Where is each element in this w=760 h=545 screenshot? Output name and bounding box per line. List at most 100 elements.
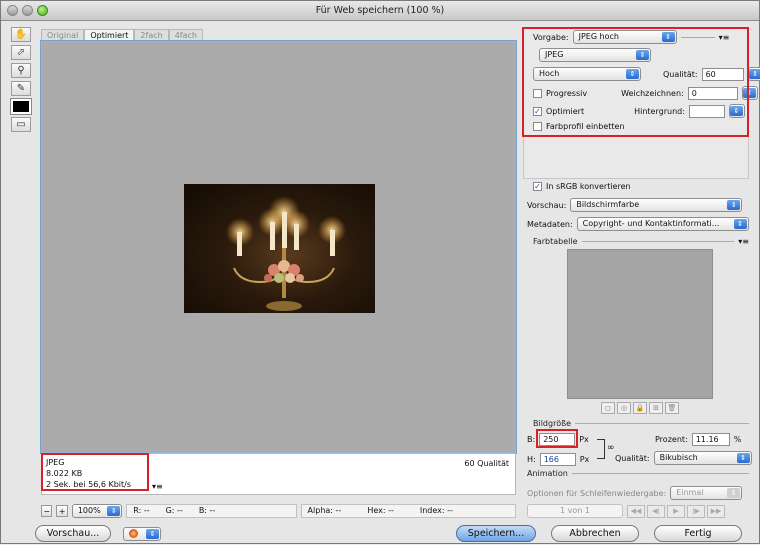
new-color-icon[interactable]: ⊞ [649, 402, 663, 414]
link-icon[interactable]: ∞ [607, 443, 615, 453]
zoom-in-button[interactable]: + [56, 505, 68, 517]
preset-label: Vorgabe: [533, 32, 569, 42]
animation-nav: ◀◀ ◀| ▶ |▶ ▶▶ [627, 504, 725, 518]
bottom-bar: Vorschau... ⇕ Speichern... Abbrechen Fer… [1, 523, 759, 545]
status-bar: − + 100% ⇕ R: -- G: -- B: -- Alpha: -- H… [41, 503, 517, 519]
loop-row: Optionen für Schleifenwiedergabe: Einmal… [527, 486, 743, 500]
chevron-updown-icon: ⇕ [727, 200, 741, 210]
height-row: H: 166 Px [527, 453, 589, 466]
minimize-button[interactable] [22, 5, 33, 16]
play-icon[interactable]: ▶ [667, 504, 685, 518]
colortable-menu-icon[interactable]: ▾≡ [738, 237, 749, 246]
slice-select-tool-icon[interactable]: ⬀ [11, 45, 31, 60]
info-quality: 60 Qualität [464, 459, 509, 468]
width-field[interactable]: 250 [539, 433, 576, 446]
tab-2up[interactable]: 2fach [134, 29, 169, 41]
zoom-level-select[interactable]: 100% ⇕ [71, 504, 123, 518]
chevron-updown-icon: ⇕ [736, 453, 750, 463]
chevron-updown-icon: ⇕ [107, 506, 121, 516]
srgb-row: ✓ In sRGB konvertieren [533, 182, 631, 191]
colortable-header: Farbtabelle ▾≡ [533, 237, 749, 246]
optimized-row: ✓ Optimiert Hintergrund: ⇕ [533, 104, 745, 118]
animation-title: Animation [527, 469, 568, 478]
chevron-updown-icon: ⇕ [661, 32, 675, 42]
chevron-updown-icon: ⇕ [733, 219, 747, 229]
progressive-checkbox[interactable] [533, 88, 542, 98]
resample-row: Qualität: Bikubisch ⇕ [615, 451, 752, 465]
optimized-checkbox[interactable]: ✓ [533, 106, 542, 116]
colortable-title: Farbtabelle [533, 237, 578, 246]
quality-field[interactable]: 60 [701, 67, 744, 81]
quality-stepper[interactable]: ⇕ [747, 67, 760, 81]
format-value: JPEG [545, 50, 564, 59]
lock-color-icon[interactable]: 🔒 [633, 402, 647, 414]
browser-select[interactable]: ⇕ [123, 527, 161, 541]
close-button[interactable] [7, 5, 18, 16]
map-color-icon[interactable]: ◻ [601, 402, 615, 414]
window-title: Für Web speichern (100 %) [315, 5, 445, 16]
tab-original[interactable]: Original [41, 29, 85, 41]
window-controls [7, 5, 48, 16]
blur-value: 0 [691, 88, 697, 98]
zoom-tool-icon[interactable]: ⚲ [11, 63, 31, 78]
image-preview-area[interactable] [40, 40, 517, 454]
percent-field[interactable]: 11.16 [691, 433, 730, 446]
srgb-checkbox[interactable]: ✓ [533, 182, 542, 191]
preview-mode-select[interactable]: Bildschirmfarbe ⇕ [570, 198, 743, 212]
percent-value: 11.16 [695, 435, 719, 444]
constrain-bracket [597, 439, 605, 459]
percent-label: Prozent: [655, 435, 688, 444]
toggle-slices-icon[interactable]: ▭ [11, 117, 31, 132]
format-select[interactable]: JPEG ⇕ [539, 48, 651, 62]
hand-tool-icon[interactable]: ✋ [11, 27, 31, 42]
last-frame-icon[interactable]: ▶▶ [707, 504, 725, 518]
preview-button[interactable]: Vorschau... [35, 525, 111, 542]
eyedropper-color-swatch[interactable] [10, 98, 32, 115]
metadata-select[interactable]: Copyright- und Kontaktinformati... ⇕ [576, 217, 749, 231]
trash-icon[interactable]: 🗑 [665, 402, 679, 414]
embed-profile-checkbox[interactable] [533, 122, 542, 131]
quality-row: Hoch ⇕ Qualität: 60 ⇕ [533, 67, 760, 81]
imagesize-header: Bildgröße [533, 419, 749, 428]
prev-frame-icon[interactable]: ◀| [647, 504, 665, 518]
info-menu-icon[interactable]: ▾≡ [152, 482, 163, 491]
loop-select[interactable]: Einmal ⇕ [670, 486, 743, 500]
blur-field[interactable]: 0 [687, 86, 738, 100]
height-field[interactable]: 166 [539, 453, 576, 466]
blur-stepper[interactable]: ⇕ [741, 86, 758, 100]
settings-menu-icon[interactable]: ▾≡ [719, 33, 730, 42]
tab-optimized[interactable]: Optimiert [84, 29, 135, 41]
info-left: JPEG 8.022 KB 2 Sek. bei 56,6 Kbit/s [46, 457, 131, 490]
quality-level-value: Hoch [539, 69, 560, 78]
eyedropper-tool-icon[interactable]: ✎ [11, 81, 31, 96]
title-bar: Für Web speichern (100 %) [1, 1, 759, 21]
next-frame-icon[interactable]: |▶ [687, 504, 705, 518]
resample-value: Bikubisch [659, 453, 698, 462]
color-readout: R: -- G: -- B: -- [126, 504, 297, 518]
quality-level-select[interactable]: Hoch ⇕ [533, 67, 641, 81]
preview-image [184, 184, 375, 313]
alpha-hex-readout: Alpha: -- Hex: -- Index: -- [300, 504, 517, 518]
preset-row: Vorgabe: JPEG hoch ⇕ ▾≡ [533, 30, 729, 44]
zoom-button[interactable] [37, 5, 48, 16]
resample-select[interactable]: Bikubisch ⇕ [653, 451, 752, 465]
matte-field[interactable] [688, 104, 725, 118]
tab-4up[interactable]: 4fach [168, 29, 203, 41]
zoom-out-button[interactable]: − [41, 505, 53, 517]
settings-panel: Vorgabe: JPEG hoch ⇕ ▾≡ JPEG ⇕ Hoch ⇕ Qu… [522, 27, 760, 519]
quality-label: Qualität: [663, 69, 698, 79]
colortable-grid[interactable] [567, 249, 713, 399]
preset-select[interactable]: JPEG hoch ⇕ [572, 30, 677, 44]
readout-b: B: -- [198, 506, 216, 515]
save-button[interactable]: Speichern... [456, 525, 536, 542]
matte-select[interactable]: ⇕ [728, 104, 745, 118]
width-unit: Px [579, 435, 589, 444]
embed-profile-row: Farbprofil einbetten [533, 122, 625, 131]
shift-web-icon[interactable]: ◎ [617, 402, 631, 414]
done-button[interactable]: Fertig [654, 525, 742, 542]
width-label: B: [527, 435, 536, 444]
cancel-button[interactable]: Abbrechen [551, 525, 639, 542]
browser-icon [129, 529, 138, 538]
first-frame-icon[interactable]: ◀◀ [627, 504, 645, 518]
width-row: B: 250 Px [527, 433, 589, 446]
